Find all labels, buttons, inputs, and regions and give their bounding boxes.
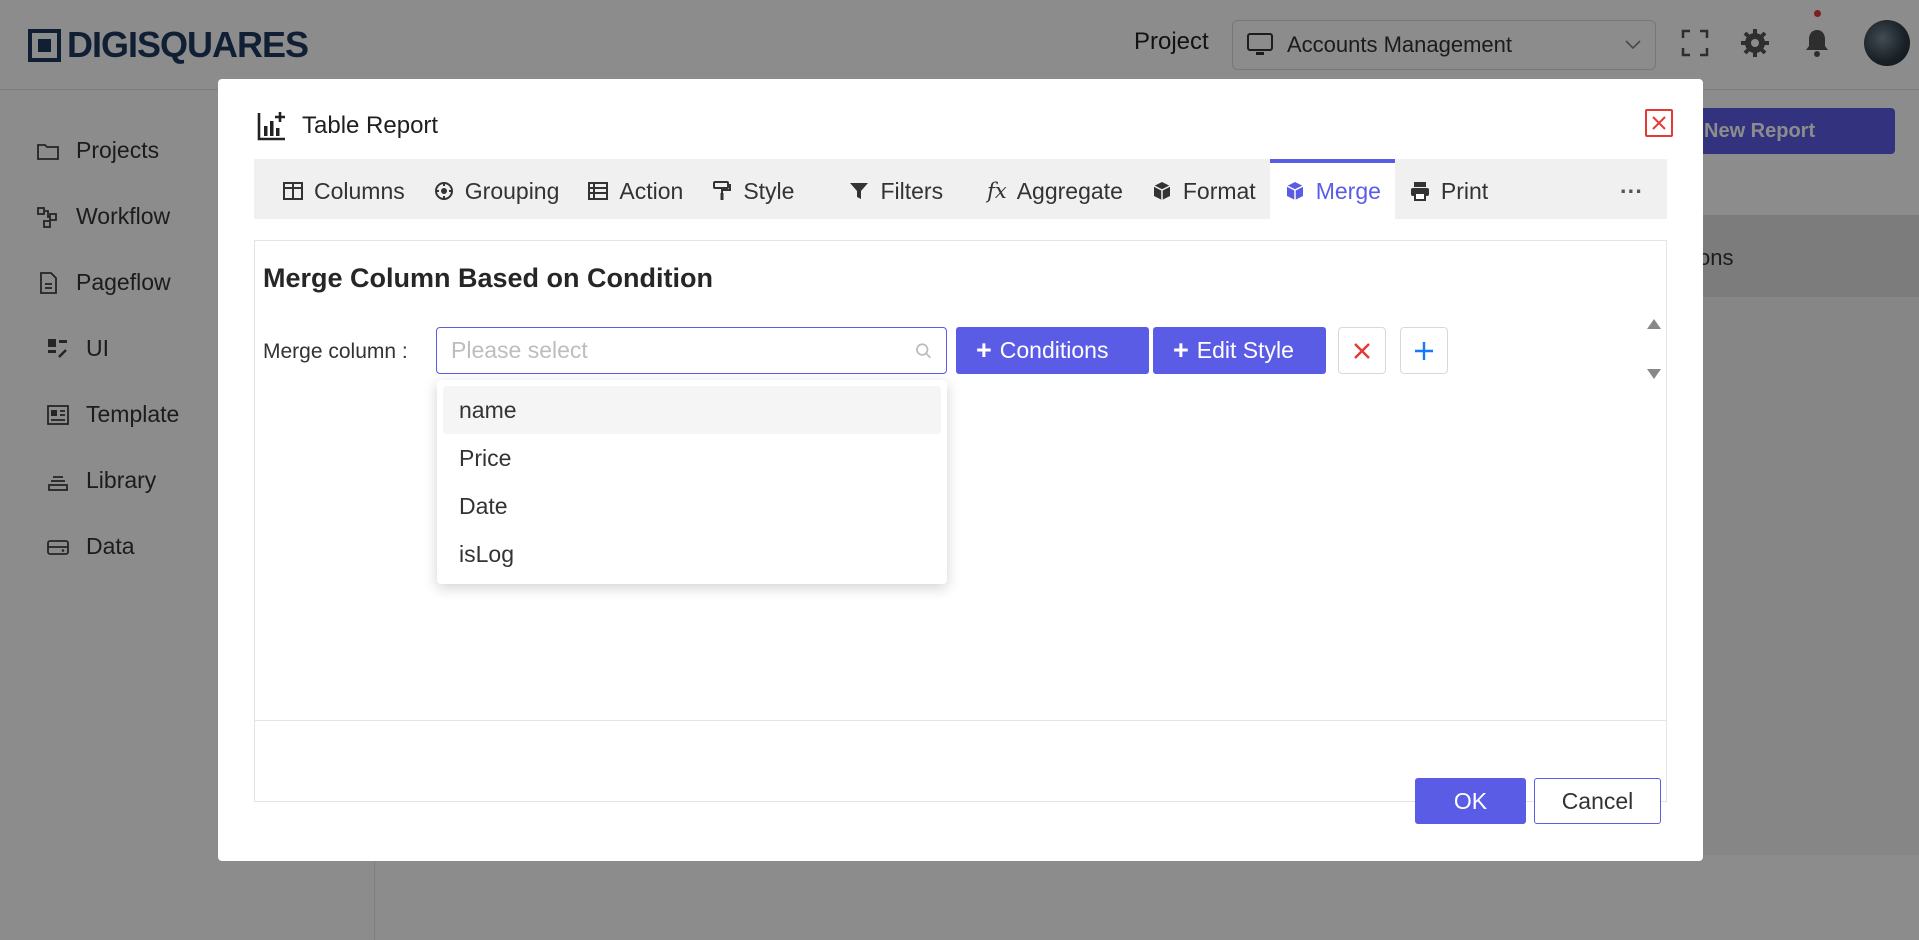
modal-title: Table Report [256,110,438,142]
filter-icon [850,183,869,199]
dropdown-option-date[interactable]: Date [443,482,941,530]
merge-column-select[interactable] [436,327,947,374]
close-button[interactable] [1645,109,1673,137]
add-conditions-button[interactable]: + Conditions [956,327,1149,374]
tab-label: Grouping [464,177,560,204]
add-row-button[interactable] [1400,327,1448,374]
tab-label: Merge [1315,177,1381,204]
action-icon [588,182,609,200]
tab-print[interactable]: Print [1395,159,1528,219]
tab-label: Action [619,177,684,204]
close-icon [1652,116,1666,130]
tab-merge[interactable]: Merge [1269,159,1395,219]
search-icon [915,342,931,358]
edit-style-label: Edit Style [1196,337,1294,363]
chart-add-icon [257,112,285,141]
plus-icon: + [976,335,992,365]
scroll-up-arrow-icon[interactable] [1647,319,1661,329]
ok-button[interactable]: OK [1415,778,1526,824]
report-tabs: Columns Grouping Action Style Filters fx… [254,159,1667,219]
tab-label: Format [1182,177,1256,204]
dropdown-option-price[interactable]: Price [443,434,941,482]
modal-title-text: Table Report [302,112,439,139]
tab-label: Print [1440,177,1489,204]
fx-icon: fx [987,179,1007,203]
merge-column-label: Merge column : [263,340,408,363]
plus-icon: + [1173,335,1189,365]
tab-filters[interactable]: Filters [834,159,957,219]
grouping-icon [434,182,453,200]
plus-icon [1415,341,1433,360]
tab-label: Columns [314,177,405,204]
merge-column-dropdown: name Price Date isLog [437,380,947,584]
print-icon [1410,182,1429,201]
dropdown-option-name[interactable]: name [443,386,941,434]
scroll-down-arrow-icon[interactable] [1647,369,1661,379]
close-icon [1354,342,1370,359]
conditions-label: Conditions [999,337,1109,363]
cancel-button[interactable]: Cancel [1534,778,1661,824]
tab-format[interactable]: Format [1137,159,1270,219]
tab-aggregate[interactable]: fx Aggregate [957,159,1137,219]
edit-style-button[interactable]: + Edit Style [1153,327,1326,374]
cube-icon [1153,182,1171,200]
tab-style[interactable]: Style [697,159,834,219]
merge-cube-icon [1286,182,1304,200]
tab-action[interactable]: Action [573,159,697,219]
tab-label: Filters [880,177,944,204]
tab-grouping[interactable]: Grouping [419,159,574,219]
columns-icon [283,182,303,200]
remove-row-button[interactable] [1338,327,1386,374]
more-tabs-button[interactable]: ··· [1606,159,1667,219]
paint-roller-icon [713,181,732,200]
dropdown-option-islog[interactable]: isLog [443,530,941,578]
tab-label: Style [743,177,795,204]
tab-label: Aggregate [1016,177,1123,204]
section-title: Merge Column Based on Condition [263,263,713,293]
tab-columns[interactable]: Columns [254,159,419,219]
merge-column-input[interactable] [451,337,915,364]
